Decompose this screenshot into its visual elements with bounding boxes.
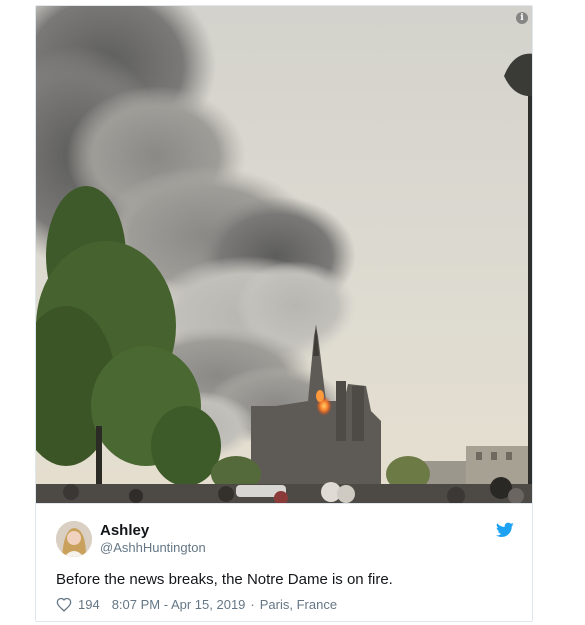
tweet-body: Ashley @AshhHuntington Before the news b… bbox=[36, 503, 532, 621]
tweet-location[interactable]: Paris, France bbox=[260, 597, 337, 612]
tweet-text: Before the news breaks, the Notre Dame i… bbox=[56, 571, 393, 588]
meta-separator: · bbox=[250, 596, 255, 612]
notre-dame-fire-photo bbox=[36, 6, 532, 503]
tweet-photo[interactable]: i bbox=[36, 6, 532, 503]
heart-icon[interactable] bbox=[56, 597, 72, 612]
info-icon[interactable]: i bbox=[516, 12, 528, 24]
display-name[interactable]: Ashley bbox=[100, 522, 149, 539]
avatar[interactable] bbox=[56, 521, 92, 557]
user-handle[interactable]: @AshhHuntington bbox=[100, 540, 206, 555]
tweet-timestamp[interactable]: 8:07 PM - Apr 15, 2019 bbox=[112, 597, 246, 612]
avatar-image bbox=[56, 521, 92, 557]
embedded-tweet-card: i Ashley @AshhHuntington Before the news… bbox=[35, 5, 533, 622]
twitter-bird-icon[interactable] bbox=[496, 522, 514, 538]
like-count[interactable]: 194 bbox=[78, 597, 100, 612]
tweet-meta: 194 8:07 PM - Apr 15, 2019 · Paris, Fran… bbox=[56, 596, 337, 612]
